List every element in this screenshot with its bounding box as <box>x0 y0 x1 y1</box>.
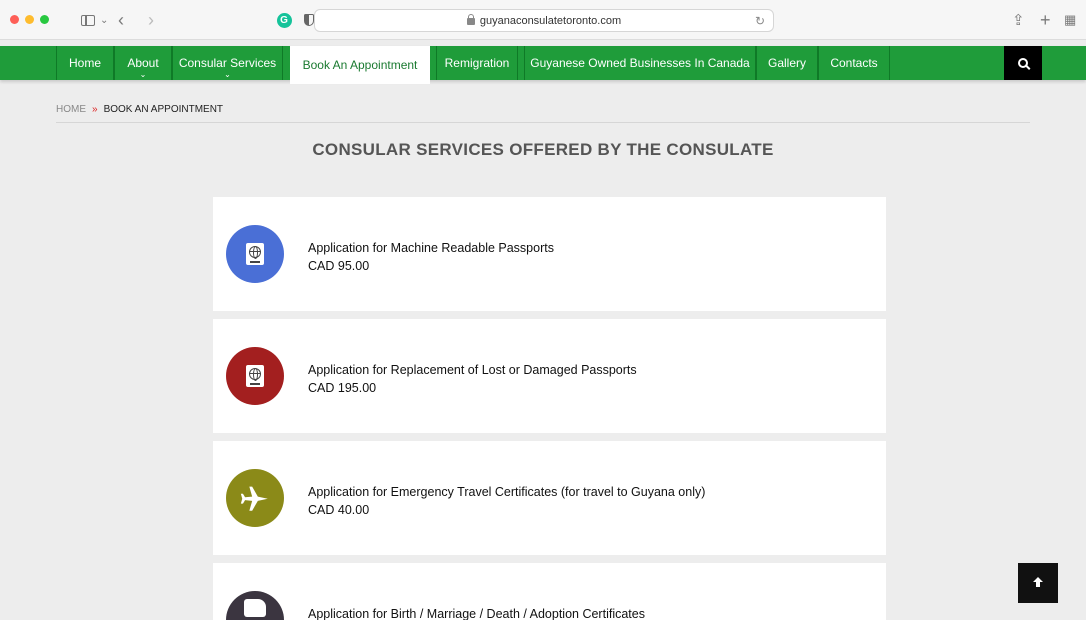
nav-item-label: Guyanese Owned Businesses In Canada <box>530 56 750 70</box>
scroll-to-top-button[interactable] <box>1018 563 1058 603</box>
zoom-window-button[interactable] <box>40 15 49 24</box>
nav-item-contacts[interactable]: Contacts <box>818 46 890 80</box>
breadcrumb-separator: » <box>92 104 98 115</box>
service-title: Application for Machine Readable Passpor… <box>308 241 554 255</box>
breadcrumb-current: BOOK AN APPOINTMENT <box>103 104 224 115</box>
minimize-window-button[interactable] <box>25 15 34 24</box>
nav-item-gallery[interactable]: Gallery <box>756 46 818 80</box>
nav-item-label: Book An Appointment <box>302 58 418 72</box>
chevron-down-icon: ⌄ <box>139 70 147 79</box>
service-price: CAD 40.00 <box>308 503 370 517</box>
address-bar[interactable]: guyanaconsulatetoronto.com ↻ <box>314 9 774 32</box>
nav-item-book-an-appointment[interactable]: Book An Appointment <box>290 46 430 84</box>
nav-item-guyanese-owned-businesses[interactable]: Guyanese Owned Businesses In Canada <box>524 46 756 80</box>
reload-icon[interactable]: ↻ <box>755 14 765 28</box>
service-card-replacement-passport[interactable]: Application for Replacement of Lost or D… <box>213 319 886 433</box>
back-button[interactable]: ‹ <box>118 10 124 30</box>
nav-item-label: About <box>127 56 159 70</box>
browser-toolbar: ⌄ ‹ › G guyanaconsulatetoronto.com ↻ ⇪ +… <box>0 0 1086 40</box>
nav-item-remigration[interactable]: Remigration <box>436 46 518 80</box>
service-card-civil-certificates[interactable]: Application for Birth / Marriage / Death… <box>213 563 886 620</box>
breadcrumb-home-link[interactable]: HOME <box>56 104 86 115</box>
service-title: Application for Birth / Marriage / Death… <box>308 607 645 620</box>
forward-button[interactable]: › <box>148 10 154 30</box>
service-title: Application for Emergency Travel Certifi… <box>308 485 706 499</box>
close-window-button[interactable] <box>10 15 19 24</box>
url-text: guyanaconsulatetoronto.com <box>479 14 622 27</box>
service-title: Application for Replacement of Lost or D… <box>308 363 637 377</box>
service-price: CAD 95.00 <box>308 259 370 273</box>
nav-item-label: Consular Services <box>178 56 277 70</box>
lock-icon <box>466 14 475 25</box>
certificate-icon <box>226 591 284 620</box>
nav-item-label: Home <box>68 56 101 70</box>
service-card-emergency-travel-certificate[interactable]: Application for Emergency Travel Certifi… <box>213 441 886 555</box>
arrow-up-icon <box>1032 575 1044 591</box>
nav-item-label: Remigration <box>444 56 510 70</box>
search-button[interactable] <box>1004 46 1042 80</box>
passport-icon <box>226 347 284 405</box>
breadcrumb: HOME » BOOK AN APPOINTMENT <box>56 104 223 115</box>
search-icon <box>1018 58 1028 68</box>
service-card-machine-readable-passport[interactable]: Application for Machine Readable Passpor… <box>213 197 886 311</box>
nav-item-home[interactable]: Home <box>56 46 114 80</box>
tab-overview-icon[interactable]: ▦ <box>1064 10 1076 30</box>
airplane-icon <box>226 469 284 527</box>
page-title: CONSULAR SERVICES OFFERED BY THE CONSULA… <box>312 140 774 159</box>
nav-item-label: Contacts <box>830 56 878 70</box>
service-price: CAD 195.00 <box>308 381 377 395</box>
sidebar-toggle-icon[interactable] <box>80 10 96 30</box>
main-navigation: Home About ⌄ Consular Services ⌄ Book An… <box>0 46 1086 84</box>
nav-item-consular-services[interactable]: Consular Services ⌄ <box>172 46 283 80</box>
nav-item-about[interactable]: About ⌄ <box>114 46 172 80</box>
grammarly-extension-icon[interactable]: G <box>276 10 292 30</box>
share-icon[interactable]: ⇪ <box>1012 10 1025 30</box>
passport-icon <box>226 225 284 283</box>
nav-item-label: Gallery <box>767 56 806 70</box>
new-tab-icon[interactable]: + <box>1040 10 1051 30</box>
breadcrumb-divider <box>56 122 1030 123</box>
chevron-down-icon: ⌄ <box>224 70 231 79</box>
chevron-down-icon[interactable]: ⌄ <box>100 10 108 30</box>
